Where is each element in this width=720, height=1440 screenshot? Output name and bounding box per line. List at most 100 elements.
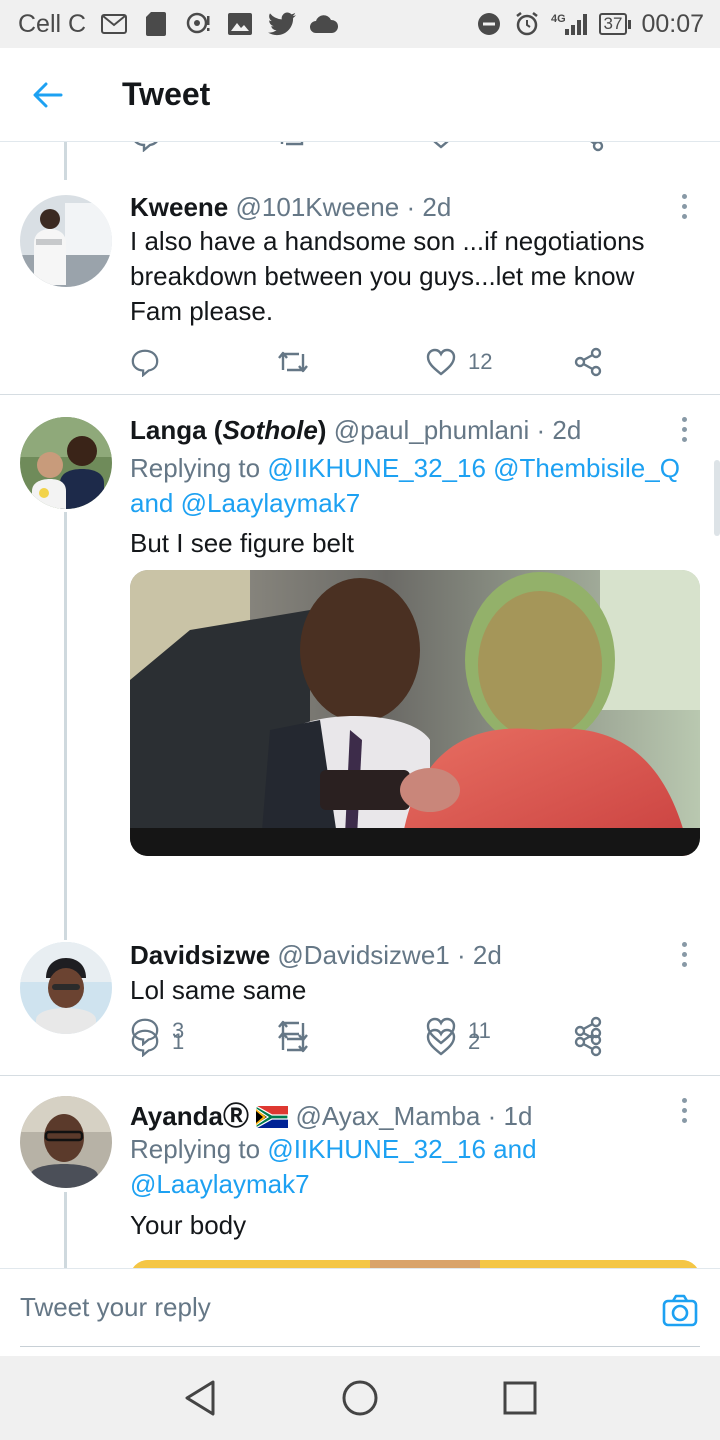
- avatar[interactable]: [20, 942, 112, 1034]
- divider: [0, 1075, 720, 1076]
- share-button[interactable]: [574, 342, 602, 382]
- tweet-text: But I see figure belt: [130, 528, 355, 558]
- carrier-label: Cell C: [18, 9, 87, 38]
- tweet-header: Langa (Sothole) @paul_phumlani · 2d: [130, 415, 581, 446]
- avatar[interactable]: [20, 1096, 112, 1188]
- author-name[interactable]: Davidsizwe: [130, 940, 270, 970]
- timestamp[interactable]: 2d: [473, 940, 502, 970]
- system-nav-bar: [0, 1356, 720, 1440]
- author-handle[interactable]: @101Kweene: [236, 192, 400, 222]
- timestamp[interactable]: 2d: [422, 192, 451, 222]
- camera-button[interactable]: [662, 1293, 698, 1329]
- reply-count: 1: [172, 1029, 185, 1054]
- replying-to: Replying to @IIKHUNE_32_16 @Thembisile_Q…: [130, 451, 690, 521]
- dnd-icon: [475, 10, 503, 38]
- reply-button[interactable]: 1: [130, 1022, 184, 1062]
- battery-indicator: 37: [598, 13, 632, 35]
- more-icon[interactable]: [670, 936, 698, 972]
- mention-links[interactable]: @IIKHUNE_32_16 and: [267, 1134, 536, 1164]
- retweet-button[interactable]: [276, 1022, 310, 1062]
- author-name[interactable]: Kweene: [130, 192, 228, 222]
- tweet-header: Davidsizwe @Davidsizwe1 · 2d: [130, 940, 502, 971]
- registered-badge: Ⓡ: [222, 1101, 249, 1131]
- replying-to: Replying to @IIKHUNE_32_16 and @Laaylaym…: [130, 1132, 690, 1202]
- like-count: 2: [468, 1029, 481, 1054]
- divider: [0, 394, 720, 395]
- nav-home-icon: [342, 1380, 378, 1416]
- svg-text:4G: 4G: [551, 13, 566, 25]
- author-handle[interactable]: @Davidsizwe1: [277, 940, 449, 970]
- nav-back-button[interactable]: [170, 1368, 230, 1428]
- like-button[interactable]: 2: [426, 1022, 480, 1062]
- gallery-icon: [226, 10, 254, 38]
- avatar[interactable]: [20, 417, 112, 509]
- mention-links[interactable]: @IIKHUNE_32_16 @Thembisile_Q: [267, 453, 680, 483]
- south-africa-flag-icon: [255, 1104, 289, 1130]
- mention-link[interactable]: @Laaylaymak7: [130, 1169, 310, 1199]
- mention-link[interactable]: @Laaylaymak7: [181, 488, 361, 518]
- nav-home-button[interactable]: [330, 1368, 390, 1428]
- timestamp[interactable]: 2d: [552, 415, 581, 445]
- avatar[interactable]: [20, 195, 112, 287]
- separator: ·: [487, 1101, 497, 1131]
- chat-icon: [184, 10, 212, 38]
- like-count: 12: [468, 349, 493, 374]
- author-handle[interactable]: @Ayax_Mamba: [295, 1101, 480, 1131]
- reply-input[interactable]: Tweet your reply: [20, 1269, 700, 1347]
- author-name-italic: Sothole: [222, 415, 318, 445]
- nav-recents-button[interactable]: [490, 1368, 550, 1428]
- reply-icon: [131, 349, 159, 377]
- mention-and: and: [130, 488, 181, 518]
- more-icon[interactable]: [670, 1092, 698, 1128]
- thread-connector: [64, 1192, 67, 1268]
- thread-connector: [64, 142, 67, 180]
- tweet-actions: 12: [130, 342, 630, 382]
- more-icon[interactable]: [670, 411, 698, 447]
- author-name-part: ): [317, 415, 327, 445]
- retweet-button[interactable]: [276, 342, 310, 382]
- twitter-icon: [268, 10, 297, 38]
- timestamp[interactable]: 1d: [503, 1101, 532, 1131]
- camera-icon: [662, 1294, 698, 1327]
- like-icon: [426, 1028, 456, 1056]
- tweet-text: I also have a handsome son ...if negotia…: [130, 226, 645, 326]
- scrollbar-thumb[interactable]: [714, 460, 720, 536]
- share-icon: [574, 1027, 602, 1057]
- share-icon: [574, 347, 602, 377]
- battery-level: 37: [598, 13, 628, 35]
- previous-tweet-actions: [130, 142, 650, 156]
- reply-button[interactable]: [130, 342, 160, 382]
- retweet-icon: [278, 1031, 308, 1053]
- author-name-part: Langa (: [130, 415, 223, 445]
- thread-connector: [64, 512, 67, 940]
- author-name[interactable]: Langa (Sothole): [130, 415, 326, 445]
- app-header: Tweet: [0, 48, 720, 142]
- nav-recents-icon: [503, 1381, 537, 1415]
- tweet-image[interactable]: [130, 1260, 700, 1268]
- reply-feed[interactable]: Kweene @101Kweene · 2d I also have a han…: [0, 142, 720, 1268]
- gmail-icon: [100, 10, 128, 38]
- more-icon[interactable]: [670, 188, 698, 224]
- author-handle[interactable]: @paul_phumlani: [334, 415, 530, 445]
- back-arrow-icon: [33, 82, 63, 107]
- nav-back-icon: [185, 1380, 215, 1416]
- status-bar: Cell C 4G 37 00:07: [0, 0, 720, 48]
- page-title: Tweet: [122, 76, 211, 112]
- reply-composer: Tweet your reply: [0, 1268, 720, 1356]
- back-button[interactable]: [0, 48, 96, 142]
- tweet-header: Kweene @101Kweene · 2d: [130, 192, 451, 223]
- like-button[interactable]: 12: [426, 342, 492, 382]
- signal-icon: 4G: [551, 10, 589, 38]
- tweet-text: Lol same same: [130, 975, 307, 1005]
- separator: ·: [406, 192, 416, 222]
- separator: ·: [536, 415, 546, 445]
- tweet-text: Your body: [130, 1210, 247, 1240]
- author-name[interactable]: Ayanda: [130, 1101, 223, 1131]
- cloud-icon: [310, 10, 339, 38]
- alarm-icon: [513, 10, 541, 38]
- like-icon: [426, 348, 456, 376]
- tweet-image[interactable]: [130, 570, 700, 856]
- replying-to-label: Replying to: [130, 1134, 268, 1164]
- share-button[interactable]: [574, 1022, 602, 1062]
- retweet-icon: [278, 351, 308, 373]
